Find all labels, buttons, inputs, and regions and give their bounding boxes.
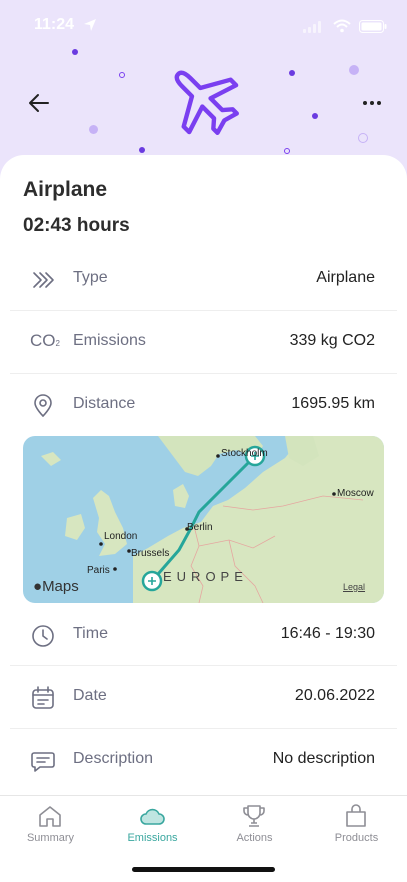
page-title: Airplane (23, 178, 108, 201)
trophy-icon (243, 805, 265, 827)
tab-emissions[interactable]: Emissions (102, 796, 203, 856)
detail-label: Description (73, 750, 154, 767)
detail-value: 1695.95 km (291, 395, 375, 412)
route-map[interactable]: Stockholm Moscow Berlin London Brussels … (23, 436, 384, 603)
decor-dot (72, 49, 78, 55)
map-city-label: Stockholm (221, 448, 268, 459)
cellular-signal-icon (303, 21, 321, 33)
tab-label: Emissions (127, 832, 178, 844)
map-city-label: Brussels (131, 548, 170, 559)
maps-logo: ●Maps (33, 578, 79, 595)
status-bar: 11:24 (0, 16, 407, 40)
map-legal-link[interactable]: Legal (343, 582, 365, 592)
decor-dot (289, 70, 295, 76)
map-city-label: Paris (87, 565, 110, 576)
detail-row-description: Description No description (0, 729, 407, 791)
detail-value: 16:46 - 19:30 (280, 625, 375, 642)
map-city-label: London (104, 531, 138, 542)
decor-dot (89, 125, 98, 134)
detail-label: Distance (73, 395, 136, 412)
decor-dot (312, 113, 318, 119)
more-options-icon[interactable] (359, 90, 385, 116)
detail-row-distance: Distance 1695.95 km (0, 374, 407, 436)
home-icon (39, 806, 61, 827)
tab-label: Products (334, 832, 379, 844)
detail-value: No description (272, 750, 375, 767)
detail-row-date: Date 20.06.2022 (0, 666, 407, 728)
detail-label: Date (73, 687, 107, 704)
detail-row-emissions: CO2 Emissions 339 kg CO2 (0, 311, 407, 373)
decor-dot (358, 133, 368, 143)
detail-label: Emissions (73, 332, 146, 349)
tab-actions[interactable]: Actions (204, 796, 305, 856)
message-icon (31, 752, 55, 772)
clock-icon (32, 625, 54, 647)
tab-label: Summary (26, 832, 75, 844)
decor-dot (119, 72, 125, 78)
back-arrow-icon[interactable] (26, 90, 52, 116)
shopping-bag-icon (346, 804, 366, 827)
detail-row-type: Type Airplane (0, 248, 407, 310)
location-pin-icon (34, 394, 52, 418)
home-indicator (132, 867, 275, 872)
detail-value: 339 kg CO2 (289, 332, 375, 349)
location-arrow-icon (84, 19, 96, 31)
header-hero: 11:24 (0, 0, 407, 180)
map-city-label: Moscow (337, 488, 374, 499)
calendar-icon (32, 686, 54, 709)
trip-duration: 02:43 hours (23, 215, 130, 236)
decor-dot (284, 148, 290, 154)
co2-icon: CO2 (30, 331, 60, 350)
decor-dot (349, 65, 359, 75)
detail-value: 20.06.2022 (294, 687, 375, 704)
wifi-icon (333, 19, 351, 33)
detail-value: Airplane (316, 269, 375, 286)
tab-label: Actions (236, 832, 273, 844)
detail-label: Time (73, 625, 108, 642)
chevrons-icon (33, 272, 54, 288)
cloud-icon (140, 808, 165, 825)
decor-dot (139, 147, 145, 153)
map-city-label: Berlin (187, 522, 213, 533)
detail-row-time: Time 16:46 - 19:30 (0, 604, 407, 666)
status-time: 11:24 (34, 16, 75, 33)
map-region-label: EUROPE (163, 569, 248, 584)
tab-products[interactable]: Products (306, 796, 407, 856)
tab-summary[interactable]: Summary (0, 796, 101, 856)
airplane-icon (174, 70, 239, 135)
detail-label: Type (73, 269, 108, 286)
battery-icon (359, 20, 387, 33)
